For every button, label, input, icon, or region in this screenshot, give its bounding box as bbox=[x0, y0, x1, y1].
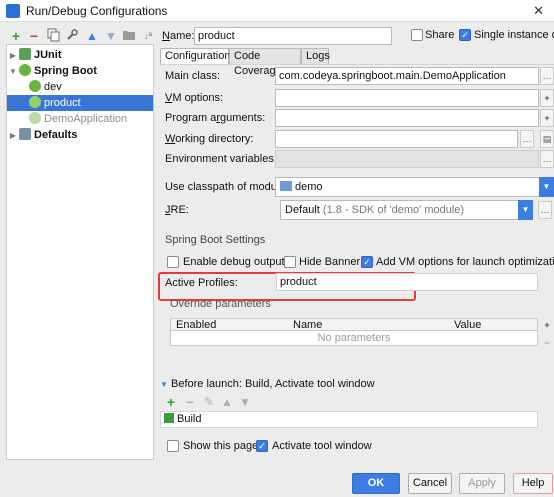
hide-banner-label: Hide Banner bbox=[299, 256, 361, 268]
collapse-arrow-icon[interactable]: ▼ bbox=[7, 64, 19, 80]
help-button[interactable]: Help bbox=[513, 473, 553, 494]
arrow-down-icon[interactable]: ▼ bbox=[103, 28, 119, 44]
expand-arrow-icon[interactable]: ▶ bbox=[7, 48, 19, 64]
share-checkbox[interactable] bbox=[411, 29, 423, 41]
show-this-page-checkbox[interactable] bbox=[167, 440, 179, 452]
build-icon bbox=[164, 413, 174, 423]
jre-hint: (1.8 - SDK of 'demo' module) bbox=[322, 204, 465, 216]
activate-tool-window-label: Activate tool window bbox=[272, 440, 372, 452]
remove-icon[interactable]: − bbox=[26, 28, 42, 44]
add-task-icon[interactable]: + bbox=[163, 394, 179, 410]
main-class-field[interactable]: com.codeya.springboot.main.DemoApplicati… bbox=[275, 67, 539, 85]
arrow-up-icon[interactable]: ▲ bbox=[84, 28, 100, 44]
show-this-page-label: Show this page bbox=[183, 440, 259, 452]
list-item-build[interactable]: Build bbox=[161, 412, 537, 427]
tab-configuration[interactable]: Configuration bbox=[160, 48, 230, 65]
active-profiles-field[interactable]: product bbox=[276, 273, 538, 291]
single-instance-label: Single instance onl bbox=[474, 29, 554, 41]
params-table-body[interactable]: No parameters bbox=[170, 331, 538, 346]
tab-underline bbox=[160, 64, 554, 65]
configuration-tree[interactable]: ▶ JUnit ▼ Spring Boot dev product DemoAppl… bbox=[6, 44, 154, 460]
tree-item-product[interactable]: product bbox=[7, 95, 153, 111]
add-parameter-icon[interactable]: + bbox=[540, 317, 554, 335]
chevron-down-icon[interactable]: ▼ bbox=[539, 177, 554, 197]
tree-item-dev[interactable]: dev bbox=[7, 79, 153, 95]
wrench-icon[interactable] bbox=[64, 28, 80, 44]
add-icon[interactable]: + bbox=[8, 28, 24, 44]
hide-banner-checkbox[interactable] bbox=[284, 256, 296, 268]
activate-tool-window-checkbox[interactable]: ✓ bbox=[256, 440, 268, 452]
before-launch-title: ▼ Before launch: Build, Activate tool wi… bbox=[160, 378, 375, 390]
ok-button[interactable]: OK bbox=[352, 473, 400, 494]
empty-table-text: No parameters bbox=[317, 332, 391, 344]
working-directory-label: Working directory: bbox=[165, 133, 254, 145]
app-icon bbox=[6, 4, 20, 18]
name-label: Name: bbox=[162, 30, 195, 42]
tab-logs[interactable]: Logs bbox=[301, 48, 330, 65]
module-folder-icon bbox=[280, 181, 292, 191]
move-down-icon[interactable]: ▼ bbox=[237, 394, 253, 410]
expand-icon[interactable]: + bbox=[540, 89, 554, 107]
edit-task-icon[interactable]: ✎ bbox=[201, 394, 217, 410]
program-arguments-label: Program arguments: bbox=[165, 112, 266, 124]
move-up-icon[interactable]: ▲ bbox=[219, 394, 235, 410]
working-directory-field[interactable] bbox=[275, 130, 518, 148]
apply-button[interactable]: Apply bbox=[459, 473, 505, 494]
title-bar: Run/Debug Configurations ✕ bbox=[0, 0, 554, 22]
macro-icon[interactable]: ▤ bbox=[540, 130, 554, 148]
spring-leaf-icon bbox=[29, 96, 41, 108]
spring-leaf-icon bbox=[29, 112, 41, 124]
jre-label: JRE: bbox=[165, 204, 189, 216]
sort-icon[interactable]: ↓ª bbox=[140, 28, 156, 44]
junit-icon bbox=[19, 48, 31, 60]
vm-options-label: VM options: bbox=[165, 92, 224, 104]
active-profiles-label: Active Profiles: bbox=[165, 277, 238, 289]
column-name[interactable]: Name bbox=[293, 319, 322, 331]
before-launch-list[interactable]: Build bbox=[160, 411, 538, 428]
main-class-label: Main class: bbox=[165, 70, 221, 82]
close-icon[interactable]: ✕ bbox=[533, 3, 544, 19]
spring-leaf-icon bbox=[29, 80, 41, 92]
expand-arrow-icon[interactable]: ▶ bbox=[7, 128, 19, 144]
remove-task-icon[interactable]: − bbox=[182, 394, 198, 410]
classpath-label: Use classpath of module: bbox=[165, 181, 289, 193]
spring-boot-icon bbox=[19, 64, 31, 76]
defaults-icon bbox=[19, 128, 31, 140]
tree-item-spring-boot[interactable]: ▼ Spring Boot bbox=[7, 63, 153, 79]
classpath-select[interactable]: demo bbox=[275, 177, 540, 197]
environment-variables-field[interactable] bbox=[275, 150, 539, 168]
column-enabled[interactable]: Enabled bbox=[176, 319, 216, 331]
enable-debug-output-label: Enable debug output bbox=[183, 256, 285, 268]
copy-icon[interactable] bbox=[45, 28, 61, 44]
browse-button[interactable]: … bbox=[538, 201, 552, 219]
single-instance-checkbox[interactable]: ✓ bbox=[459, 29, 471, 41]
environment-variables-label: Environment variables: bbox=[165, 153, 277, 165]
share-label: Share bbox=[425, 29, 455, 41]
spring-boot-settings-title: Spring Boot Settings bbox=[165, 234, 266, 246]
browse-button[interactable]: … bbox=[520, 130, 534, 148]
column-value[interactable]: Value bbox=[454, 319, 481, 331]
add-vm-options-checkbox[interactable]: ✓ bbox=[361, 256, 373, 268]
tab-code-coverage[interactable]: Code Coverage bbox=[229, 48, 301, 77]
collapse-arrow-icon[interactable]: ▼ bbox=[160, 380, 168, 389]
browse-button[interactable]: … bbox=[540, 150, 554, 168]
params-table-header: Enabled Name Value bbox=[170, 318, 538, 331]
tree-item-junit[interactable]: ▶ JUnit bbox=[7, 47, 153, 63]
cancel-button[interactable]: Cancel bbox=[408, 473, 452, 494]
override-parameters-label: Override parameters bbox=[170, 298, 271, 310]
jre-select[interactable]: Default (1.8 - SDK of 'demo' module) bbox=[280, 200, 520, 220]
browse-button[interactable]: … bbox=[540, 67, 554, 85]
name-field[interactable]: product bbox=[194, 27, 392, 45]
enable-debug-output-checkbox[interactable] bbox=[167, 256, 179, 268]
window-title: Run/Debug Configurations bbox=[26, 4, 168, 18]
remove-parameter-icon[interactable]: − bbox=[540, 335, 554, 353]
add-vm-options-label: Add VM options for launch optimization bbox=[376, 256, 554, 268]
chevron-down-icon[interactable]: ▼ bbox=[518, 200, 533, 220]
tree-item-demoapplication[interactable]: DemoApplication bbox=[7, 111, 153, 127]
vm-options-field[interactable] bbox=[275, 89, 539, 107]
tree-item-defaults[interactable]: ▶ Defaults bbox=[7, 127, 153, 143]
program-arguments-field[interactable] bbox=[275, 109, 539, 127]
folder-icon[interactable] bbox=[121, 28, 137, 44]
expand-icon[interactable]: + bbox=[540, 109, 554, 127]
